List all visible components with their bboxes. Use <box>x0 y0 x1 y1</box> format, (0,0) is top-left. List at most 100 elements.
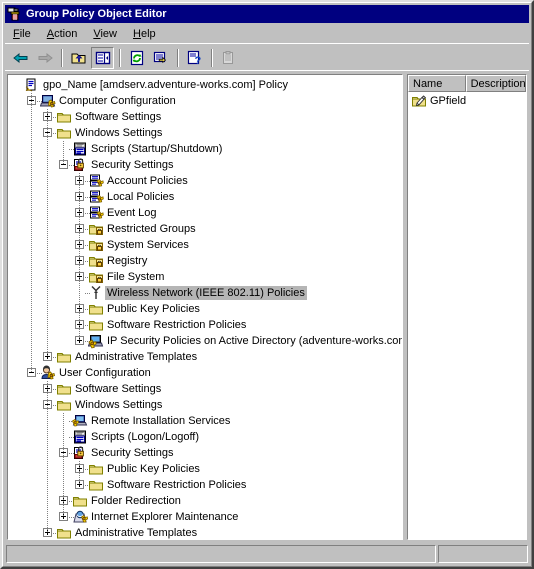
tree-node[interactable]: Local Policies <box>8 189 402 205</box>
tree-connector <box>79 477 80 485</box>
tree-connector <box>79 333 80 341</box>
tree-connector <box>63 141 64 157</box>
tree-node-label: Local Policies <box>107 191 175 203</box>
computer-config-icon <box>39 93 56 109</box>
tree-connector <box>31 141 32 157</box>
tree-node[interactable]: Software Settings <box>8 381 402 397</box>
tree-node[interactable]: gpo_Name [amdserv.adventure-works.com] P… <box>8 77 402 93</box>
folder-icon <box>88 301 104 317</box>
tree-node[interactable]: User Configuration <box>8 365 402 381</box>
tree-node[interactable]: Internet Explorer Maintenance <box>8 509 402 525</box>
menu-bar: File Action View Help <box>5 24 529 44</box>
policy-node-icon <box>88 205 104 221</box>
tree-node[interactable]: Account Policies <box>8 173 402 189</box>
tree-connector <box>47 509 48 525</box>
tree-node[interactable]: Scripts (Startup/Shutdown) <box>8 141 402 157</box>
back-button[interactable] <box>9 47 32 69</box>
title-bar[interactable]: Group Policy Object Editor <box>5 5 529 23</box>
policy-node-icon <box>88 173 104 189</box>
menu-action[interactable]: Action <box>39 26 86 42</box>
menu-view-label-rest: iew <box>100 27 117 40</box>
folder-icon <box>56 381 72 397</box>
tree-node[interactable]: IP Security Policies on Active Directory… <box>8 333 402 349</box>
console-tree-pane[interactable]: gpo_Name [amdserv.adventure-works.com] P… <box>7 74 403 540</box>
scripts-icon <box>72 141 88 157</box>
list-column-name[interactable]: Name <box>408 75 466 92</box>
tree-node[interactable]: System Services <box>8 237 402 253</box>
help-button[interactable]: ? <box>183 47 206 69</box>
tree-node[interactable]: Administrative Templates <box>8 349 402 365</box>
tree-connector <box>79 173 80 189</box>
export-list-button[interactable] <box>149 47 172 69</box>
tree-connector <box>47 237 48 253</box>
tree-node-label: Folder Redirection <box>91 495 181 507</box>
tree-connector <box>79 237 80 253</box>
paste-button[interactable] <box>217 47 240 69</box>
tree-node-label: Restricted Groups <box>107 223 196 235</box>
tree-node-label: Wireless Network (IEEE 802.11) Policies <box>105 286 307 300</box>
tree-connector <box>63 493 64 509</box>
tree-connector <box>31 237 32 253</box>
menu-view[interactable]: View <box>85 26 125 42</box>
tree-connector <box>79 221 80 237</box>
tree-connector <box>47 461 48 477</box>
tree-node[interactable]: Software Restriction Policies <box>8 477 402 493</box>
scripts-icon <box>72 429 88 445</box>
tree-node[interactable]: Public Key Policies <box>8 301 402 317</box>
tree-connector <box>47 317 48 333</box>
refresh-button[interactable] <box>125 47 148 69</box>
tree-node-label: File System <box>107 271 165 283</box>
tree-node[interactable]: Security Settings <box>8 157 402 173</box>
tree-connector <box>47 429 48 445</box>
tree-connector <box>47 269 48 285</box>
tree-connector <box>79 317 80 333</box>
tree-connector <box>31 205 32 221</box>
status-bar <box>5 544 529 564</box>
tree-connector <box>47 525 48 533</box>
tree-node-label: Scripts (Startup/Shutdown) <box>91 143 223 155</box>
tree-connector <box>47 205 48 221</box>
tree-node[interactable]: File System <box>8 269 402 285</box>
up-one-level-button[interactable] <box>67 47 90 69</box>
list-column-description[interactable]: Description <box>465 75 526 92</box>
console-tree: gpo_Name [amdserv.adventure-works.com] P… <box>8 75 402 539</box>
tree-connector <box>31 349 32 365</box>
tree-node[interactable]: Administrative Templates <box>8 525 402 539</box>
tree-node-label: User Configuration <box>59 367 151 379</box>
result-list-pane[interactable]: Name Description GPfield <box>407 74 527 540</box>
tree-connector <box>47 413 48 429</box>
list-item-name: GPfield <box>430 94 467 107</box>
window-title: Group Policy Object Editor <box>26 8 167 20</box>
tree-connector <box>47 397 48 413</box>
tree-node[interactable]: Software Settings <box>8 109 402 125</box>
tree-node[interactable]: Remote Installation Services <box>8 413 402 429</box>
tree-node-label: Internet Explorer Maintenance <box>91 511 239 523</box>
tree-node[interactable]: Scripts (Logon/Logoff) <box>8 429 402 445</box>
list-item[interactable]: GPfield <box>408 92 526 109</box>
tree-node[interactable]: Windows Settings <box>8 397 402 413</box>
tree-connector <box>47 189 48 205</box>
tree-node[interactable]: Security Settings <box>8 445 402 461</box>
tree-connector <box>63 509 64 517</box>
tree-node[interactable]: Restricted Groups <box>8 221 402 237</box>
tree-node-label: System Services <box>107 239 189 251</box>
toolbar-separator-1 <box>61 48 63 67</box>
tree-node[interactable]: Public Key Policies <box>8 461 402 477</box>
status-main-pane <box>6 545 436 563</box>
menu-help[interactable]: Help <box>125 26 164 42</box>
tree-node[interactable]: Event Log <box>8 205 402 221</box>
tree-node[interactable]: Wireless Network (IEEE 802.11) Policies <box>8 285 402 301</box>
tree-node[interactable]: Folder Redirection <box>8 493 402 509</box>
tree-node[interactable]: Computer Configuration <box>8 93 402 109</box>
menu-action-label-rest: ction <box>54 27 78 40</box>
tree-node[interactable]: Registry <box>8 253 402 269</box>
tree-connector <box>31 365 32 373</box>
folder-icon <box>88 461 104 477</box>
tree-connector <box>31 125 32 141</box>
tree-node[interactable]: Windows Settings <box>8 125 402 141</box>
show-hide-tree-button[interactable] <box>91 46 114 69</box>
menu-file[interactable]: File <box>5 26 39 42</box>
folder-icon <box>56 525 72 539</box>
forward-button[interactable] <box>33 47 56 69</box>
tree-node[interactable]: Software Restriction Policies <box>8 317 402 333</box>
